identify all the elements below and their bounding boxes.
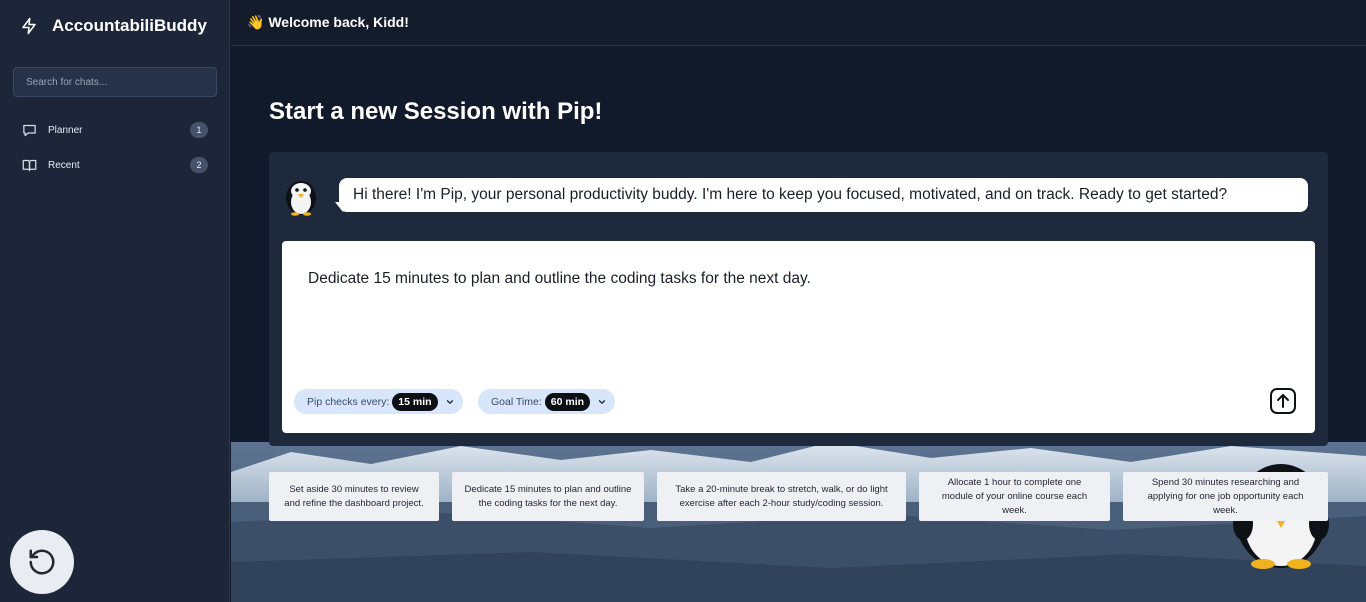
restore-icon [29,549,55,575]
goal-time-value: 60 min [544,392,591,411]
task-input-text[interactable]: Dedicate 15 minutes to plan and outline … [308,270,811,288]
suggestion-card[interactable]: Take a 20-minute break to stretch, walk,… [657,472,906,521]
pip-message-bubble: Hi there! I'm Pip, your personal product… [339,178,1308,212]
sidebar: AccountabiliBuddy Planner 1 Recent 2 [0,0,230,602]
suggestion-card[interactable]: Spend 30 minutes researching and applyin… [1123,472,1328,521]
restore-button[interactable] [10,530,74,594]
pip-penguin-avatar [286,181,316,216]
sidebar-item-planner[interactable]: Planner 1 [22,120,208,140]
goal-time-label: Goal Time: [491,395,542,408]
suggestion-card[interactable]: Dedicate 15 minutes to plan and outline … [452,472,644,521]
check-interval-label: Pip checks every: [307,395,390,408]
lightning-icon [22,17,36,35]
check-interval-dropdown[interactable]: Pip checks every: 15 min [294,389,463,414]
mountain-background-image [231,442,1366,602]
sidebar-item-label: Planner [48,124,83,136]
chevron-down-icon [597,397,607,407]
top-bar: 👋 Welcome back, Kidd! [231,0,1366,46]
count-badge: 2 [190,157,208,173]
welcome-message: 👋 Welcome back, Kidd! [247,14,409,30]
brand[interactable]: AccountabiliBuddy [20,14,207,38]
goal-time-dropdown[interactable]: Goal Time: 60 min [478,389,616,414]
suggestion-card[interactable]: Allocate 1 hour to complete one module o… [919,472,1110,521]
sidebar-item-label: Recent [48,159,80,171]
search-input[interactable] [13,67,217,97]
task-input-box[interactable]: Dedicate 15 minutes to plan and outline … [282,241,1315,433]
check-interval-value: 15 min [392,392,438,411]
upload-arrow-icon [1270,388,1296,414]
send-button[interactable] [1269,387,1297,415]
count-badge: 1 [190,122,208,138]
suggestion-card[interactable]: Set aside 30 minutes to review and refin… [269,472,439,521]
sidebar-item-recent[interactable]: Recent 2 [22,155,208,175]
book-icon [22,158,37,173]
brand-name: AccountabiliBuddy [52,16,207,35]
page-title: Start a new Session with Pip! [269,98,603,125]
chevron-down-icon [445,397,455,407]
chat-bubble-icon [22,123,37,138]
